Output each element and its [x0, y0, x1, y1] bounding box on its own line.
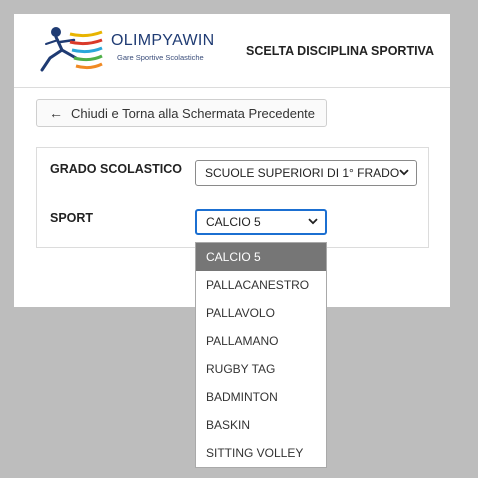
sport-label: SPORT	[50, 211, 94, 225]
back-button-label: Chiudi e Torna alla Schermata Precedente	[71, 105, 316, 121]
page-title: SCELTA DISCIPLINA SPORTIVA	[246, 44, 434, 58]
grado-label: GRADO SCOLASTICO	[50, 162, 182, 176]
dropdown-option[interactable]: BASKIN	[196, 411, 326, 439]
grado-select-value: SCUOLE SUPERIORI DI 1° FRADO	[205, 166, 400, 180]
dropdown-option[interactable]: SITTING VOLLEY	[196, 439, 326, 467]
brand-subtitle: Gare Sportive Scolastiche	[117, 53, 204, 62]
sport-dropdown-list: CALCIO 5 PALLACANESTRO PALLAVOLO PALLAMANO R…	[195, 242, 327, 468]
grado-select[interactable]: SCUOLE SUPERIORI DI 1° FRADO	[195, 160, 417, 186]
arrow-left-icon: ←	[49, 105, 63, 121]
olimpyawin-logo	[36, 24, 106, 76]
sport-select[interactable]: CALCIO 5	[195, 209, 327, 235]
dropdown-option[interactable]: PALLACANESTRO	[196, 271, 326, 299]
dropdown-option[interactable]: PALLAVOLO	[196, 299, 326, 327]
dropdown-option[interactable]: RUGBY TAG	[196, 355, 326, 383]
dropdown-option[interactable]: BADMINTON	[196, 383, 326, 411]
back-button[interactable]: ← Chiudi e Torna alla Schermata Preceden…	[36, 99, 327, 127]
chevron-down-icon	[399, 169, 409, 176]
brand-name: OLIMPYAWIN	[111, 32, 215, 49]
dropdown-option[interactable]: PALLAMANO	[196, 327, 326, 355]
chevron-down-icon	[308, 218, 318, 225]
sport-select-value: CALCIO 5	[206, 215, 261, 229]
dropdown-option[interactable]: CALCIO 5	[196, 243, 326, 271]
selection-form: GRADO SCOLASTICO SCUOLE SUPERIORI DI 1° …	[36, 147, 429, 248]
header: OLIMPYAWIN Gare Sportive Scolastiche SCE…	[14, 14, 450, 88]
